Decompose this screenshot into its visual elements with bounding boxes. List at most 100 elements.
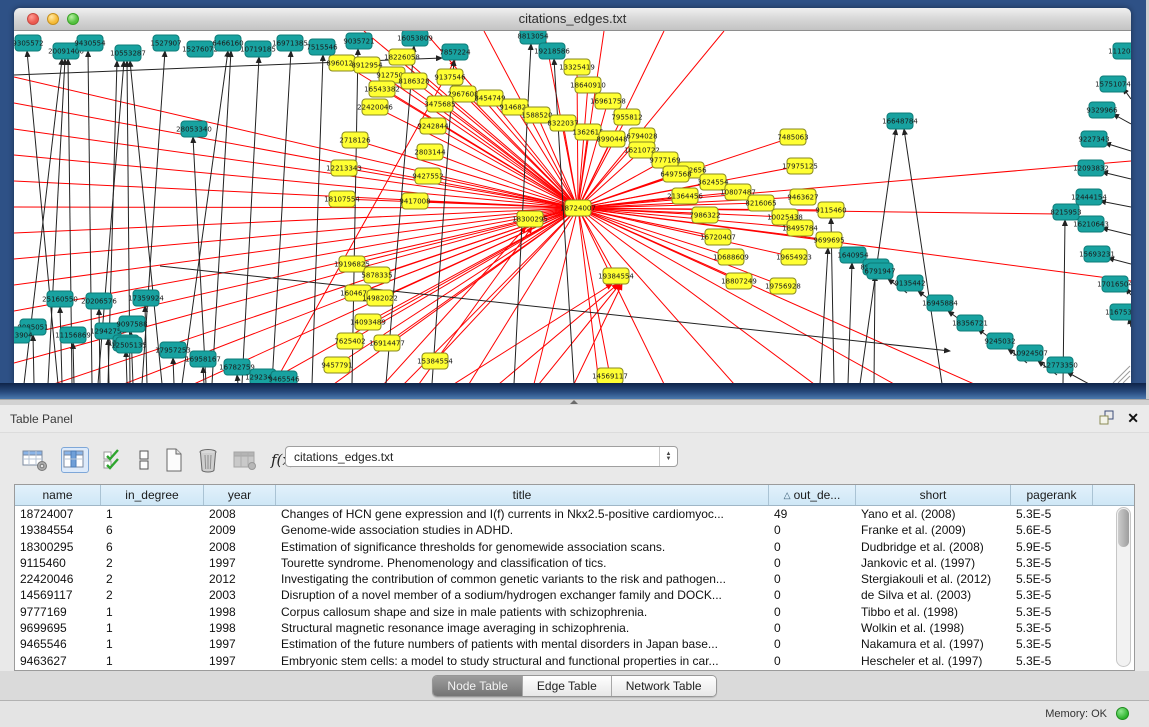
resize-grip-icon[interactable] — [1113, 366, 1130, 383]
graph-node[interactable]: 5878335 — [361, 267, 392, 283]
column-header-short[interactable]: short — [856, 485, 1011, 505]
graph-node[interactable]: 14569117 — [592, 368, 628, 384]
table-row[interactable]: 1938455462009Genome-wide association stu… — [15, 522, 1134, 538]
table-row[interactable]: 911546021997Tourette syndrome. Phenomeno… — [15, 555, 1134, 571]
column-settings-button[interactable] — [22, 448, 48, 472]
graph-node[interactable]: 16971385 — [272, 35, 308, 51]
graph-node[interactable]: 7955812 — [611, 109, 642, 125]
graph-node[interactable]: 7857224 — [439, 44, 471, 60]
graph-node[interactable]: 22420046 — [357, 99, 393, 115]
graph-node[interactable]: 21364456 — [667, 188, 703, 204]
graph-node[interactable]: 8813054 — [517, 31, 549, 44]
graph-node[interactable]: 19384554 — [598, 268, 634, 284]
graph-node[interactable]: 3475685 — [424, 96, 455, 112]
graph-node[interactable]: 15384554 — [417, 353, 453, 369]
table-row[interactable]: 1456911722003Disruption of a novel membe… — [15, 587, 1134, 603]
new-document-button[interactable] — [164, 447, 184, 473]
graph-node[interactable]: 10924507 — [1012, 345, 1048, 361]
graph-node[interactable]: 2718126 — [339, 132, 371, 148]
table-selector-dropdown[interactable]: citations_edges.txt ▲▼ — [285, 446, 678, 467]
graph-node[interactable]: 9245032 — [984, 333, 1015, 349]
graph-node[interactable]: 3913904 — [14, 327, 33, 343]
graph-node[interactable]: 17359924 — [128, 290, 164, 306]
graph-node[interactable]: 10688609 — [713, 249, 749, 265]
graph-node[interactable]: 18724007 — [560, 200, 596, 216]
float-panel-icon[interactable] — [1099, 410, 1115, 426]
graph-node[interactable]: 9227343 — [1078, 131, 1109, 147]
graph-node[interactable]: 18107554 — [324, 191, 360, 207]
table-row[interactable]: 969969511998Structural magnetic resonanc… — [15, 620, 1134, 636]
graph-node[interactable]: 9035721 — [343, 33, 374, 49]
splitter-collapse-icon[interactable] — [570, 400, 578, 404]
row-selection-button[interactable] — [102, 448, 124, 472]
close-panel-icon[interactable]: ✕ — [1127, 410, 1139, 426]
graph-node[interactable]: 9463627 — [787, 189, 818, 205]
graph-node[interactable]: 8186328 — [398, 73, 429, 89]
column-header-in_degree[interactable]: in_degree — [101, 485, 204, 505]
graph-node[interactable]: 14093489 — [350, 314, 386, 330]
graph-node[interactable]: 12213343 — [326, 160, 362, 176]
graph-node[interactable]: 18300295 — [512, 211, 548, 227]
graph-node[interactable]: 10553287 — [110, 45, 146, 61]
graph-node[interactable]: 18356721 — [952, 315, 988, 331]
row-height-button[interactable] — [137, 448, 151, 472]
graph-node[interactable]: 9457791 — [321, 357, 352, 373]
graph-node[interactable]: 18640910 — [570, 77, 606, 93]
graph-node[interactable]: 20206576 — [81, 293, 117, 309]
graph-node[interactable]: 12444154 — [1071, 189, 1107, 205]
graph-node[interactable]: 2803144 — [414, 144, 446, 160]
graph-node[interactable]: 7515546 — [306, 39, 338, 55]
graph-node[interactable]: 16914477 — [369, 335, 405, 351]
graph-node[interactable]: 13325419 — [559, 59, 595, 75]
graph-node[interactable]: 11120454 — [1108, 43, 1131, 59]
table-row[interactable]: 946554611997Estimation of the future num… — [15, 636, 1134, 652]
graph-node[interactable]: 9242844 — [417, 118, 449, 134]
graph-node[interactable]: 12093832 — [1073, 160, 1109, 176]
graph-node[interactable]: 1527907 — [150, 35, 181, 51]
graph-node[interactable]: 9137546 — [434, 69, 466, 85]
column-header-year[interactable]: year — [204, 485, 276, 505]
table-scrollbar[interactable] — [1116, 507, 1131, 667]
graph-node[interactable]: 25160550 — [42, 291, 78, 307]
table-row[interactable]: 2242004622012Investigating the contribut… — [15, 571, 1134, 587]
graph-node[interactable]: 7485063 — [777, 129, 808, 145]
graph-node[interactable]: 19218586 — [534, 43, 570, 59]
scrollbar-thumb[interactable] — [1118, 509, 1129, 547]
delete-button[interactable] — [197, 447, 219, 473]
graph-node[interactable]: 9427552 — [412, 168, 443, 184]
tab-node-table[interactable]: Node Table — [433, 676, 522, 696]
graph-node[interactable]: 9135442 — [894, 275, 925, 291]
graph-node[interactable]: 6791947 — [864, 263, 895, 279]
column-visibility-button[interactable] — [61, 447, 89, 473]
graph-node[interactable]: 14982022 — [362, 290, 398, 306]
graph-node[interactable]: 19654923 — [776, 249, 812, 265]
graph-node[interactable]: 9430554 — [74, 35, 106, 51]
table-row[interactable]: 1830029562008Estimation of significance … — [15, 539, 1134, 555]
graph-node[interactable]: 16053809 — [397, 31, 433, 46]
graph-node[interactable]: 15751074 — [1095, 76, 1131, 92]
graph-node[interactable]: 17016504 — [1097, 276, 1131, 292]
graph-node[interactable]: 12773350 — [1042, 357, 1078, 373]
graph-node[interactable]: 9329966 — [1086, 102, 1118, 118]
graph-node[interactable]: 16958167 — [185, 351, 221, 367]
window-titlebar[interactable]: citations_edges.txt — [14, 8, 1131, 31]
graph-node[interactable]: 16543382 — [364, 81, 400, 97]
graph-node[interactable]: 18807249 — [721, 273, 757, 289]
column-header-title[interactable]: title — [276, 485, 769, 505]
graph-node[interactable]: 8216065 — [745, 195, 776, 211]
graph-node[interactable]: 16720407 — [700, 229, 736, 245]
graph-node[interactable]: 7986322 — [689, 207, 720, 223]
memory-status-indicator[interactable] — [1116, 707, 1129, 720]
graph-node[interactable]: 28053340 — [176, 121, 212, 137]
graph-node[interactable]: 7625402 — [334, 333, 365, 349]
table-row[interactable]: 1872400712008Changes of HCN gene express… — [15, 506, 1134, 522]
table-row[interactable]: 946362711997Embryonic stem cells: a mode… — [15, 653, 1134, 669]
column-header-out_de[interactable]: △out_de... — [769, 485, 856, 505]
graph-node[interactable]: 19756928 — [765, 278, 801, 294]
graph-node[interactable]: 11156869 — [55, 327, 91, 343]
graph-node[interactable]: 16961758 — [590, 93, 626, 109]
graph-node[interactable]: 12505135 — [111, 337, 147, 353]
column-header-pagerank[interactable]: pagerank — [1011, 485, 1093, 505]
graph-node[interactable]: 16648784 — [882, 113, 918, 129]
tab-network-table[interactable]: Network Table — [611, 676, 716, 696]
